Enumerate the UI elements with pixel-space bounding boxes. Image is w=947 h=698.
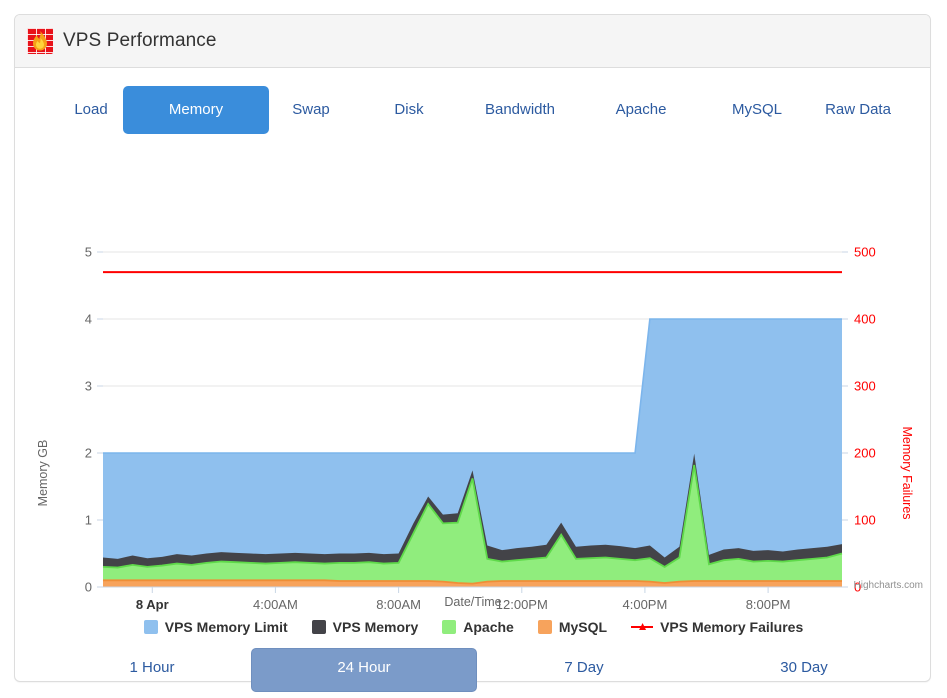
legend-swatch-apache	[442, 620, 457, 634]
range-button-1-hour-label: 1 Hour	[129, 659, 175, 676]
time-range-bar: 1 Hour 24 Hour 7 Day 30 Day	[15, 648, 932, 698]
y-tick-label: 4	[85, 312, 92, 327]
y-tick-label: 0	[85, 580, 92, 595]
tab-swap-label: Swap	[292, 101, 330, 118]
x-tick-label: 8 Apr	[136, 597, 169, 612]
y-tick-label: 5	[85, 245, 92, 260]
tab-load-label: Load	[74, 101, 108, 118]
range-button-30-day-label: 30 Day	[780, 659, 828, 676]
legend-item-vps-memory[interactable]: VPS Memory	[311, 619, 419, 635]
x-tick-label: 8:00PM	[746, 597, 791, 612]
tab-bandwidth[interactable]: Bandwidth	[455, 86, 585, 119]
range-button-7-day[interactable]: 7 Day	[513, 648, 655, 678]
tab-memory-label: Memory	[168, 101, 224, 118]
range-button-24-hour-label: 24 Hour	[337, 659, 391, 676]
firewall-flame-icon	[27, 28, 53, 54]
y2-tick-label: 500	[854, 245, 876, 260]
legend-swatch-vps-memory-limit	[143, 620, 158, 634]
tab-disk-label: Disk	[394, 101, 424, 118]
x-tick-label: 4:00AM	[253, 597, 298, 612]
tab-mysql-label: MySQL	[731, 101, 782, 118]
y-tick-label: 1	[85, 513, 92, 528]
legend-swatch-vps-memory	[311, 620, 326, 634]
x-tick-label: 8:00AM	[376, 597, 421, 612]
y2-tick-label: 100	[854, 513, 876, 528]
range-button-30-day[interactable]: 30 Day	[733, 648, 875, 678]
y2-tick-label: 300	[854, 379, 876, 394]
card-body: Load Memory Swap Disk Bandwidth Apache M…	[15, 68, 932, 692]
legend-swatch-mysql	[537, 620, 552, 634]
y2-tick-label: 400	[854, 312, 876, 327]
y-tick-label: 3	[85, 379, 92, 394]
page-title: VPS Performance	[63, 30, 217, 51]
range-button-24-hour[interactable]: 24 Hour	[251, 648, 477, 692]
legend-label-vps-memory-limit: VPS Memory Limit	[164, 619, 288, 635]
highcharts-credit: Highcharts.com	[854, 580, 923, 591]
memory-chart[interactable]: 0 1 2 3 4 5 0 100 200 300 400 500 8 Apr 4:00AM 8:00AM 1…	[15, 158, 932, 618]
tab-bandwidth-label: Bandwidth	[484, 101, 556, 118]
tab-swap[interactable]: Swap	[255, 86, 367, 119]
x-tick-label: 12:00PM	[496, 597, 548, 612]
legend-item-mysql[interactable]: MySQL	[537, 619, 608, 635]
card-header: VPS Performance	[15, 15, 930, 68]
legend-swatch-vps-memory-failures	[631, 620, 654, 634]
tab-memory[interactable]: Memory	[123, 86, 269, 134]
vps-performance-card: VPS Performance Load Memory Swap Disk Ba…	[14, 14, 932, 692]
legend-label-vps-memory: VPS Memory	[332, 619, 419, 635]
metric-tab-bar: Load Memory Swap Disk Bandwidth Apache M…	[15, 86, 930, 150]
legend-item-apache[interactable]: Apache	[442, 619, 514, 635]
y2-tick-label: 200	[854, 446, 876, 461]
tab-apache-label: Apache	[615, 101, 667, 118]
range-button-1-hour[interactable]: 1 Hour	[81, 648, 223, 678]
y-tick-label: 2	[85, 446, 92, 461]
x-tick-label: 4:00PM	[623, 597, 668, 612]
legend-item-vps-memory-limit[interactable]: VPS Memory Limit	[143, 619, 288, 635]
page-root: VPS Performance Load Memory Swap Disk Ba…	[0, 0, 947, 698]
chart-legend: VPS Memory Limit VPS Memory Apache MySQL…	[15, 613, 932, 641]
y-axis-title: Memory GB	[36, 440, 50, 507]
legend-label-apache: Apache	[463, 619, 514, 635]
y2-axis-title: Memory Failures	[900, 426, 914, 519]
x-axis-title: Date/Time	[444, 595, 501, 609]
tab-disk[interactable]: Disk	[353, 86, 465, 119]
legend-label-mysql: MySQL	[558, 619, 608, 635]
tab-mysql[interactable]: MySQL	[701, 86, 813, 119]
tab-raw-data[interactable]: Raw Data	[815, 86, 901, 119]
legend-label-vps-memory-failures: VPS Memory Failures	[660, 619, 804, 635]
range-button-7-day-label: 7 Day	[564, 659, 604, 676]
legend-item-vps-memory-failures[interactable]: VPS Memory Failures	[631, 619, 803, 635]
tab-apache[interactable]: Apache	[585, 86, 697, 119]
tab-raw-data-label: Raw Data	[825, 101, 891, 118]
